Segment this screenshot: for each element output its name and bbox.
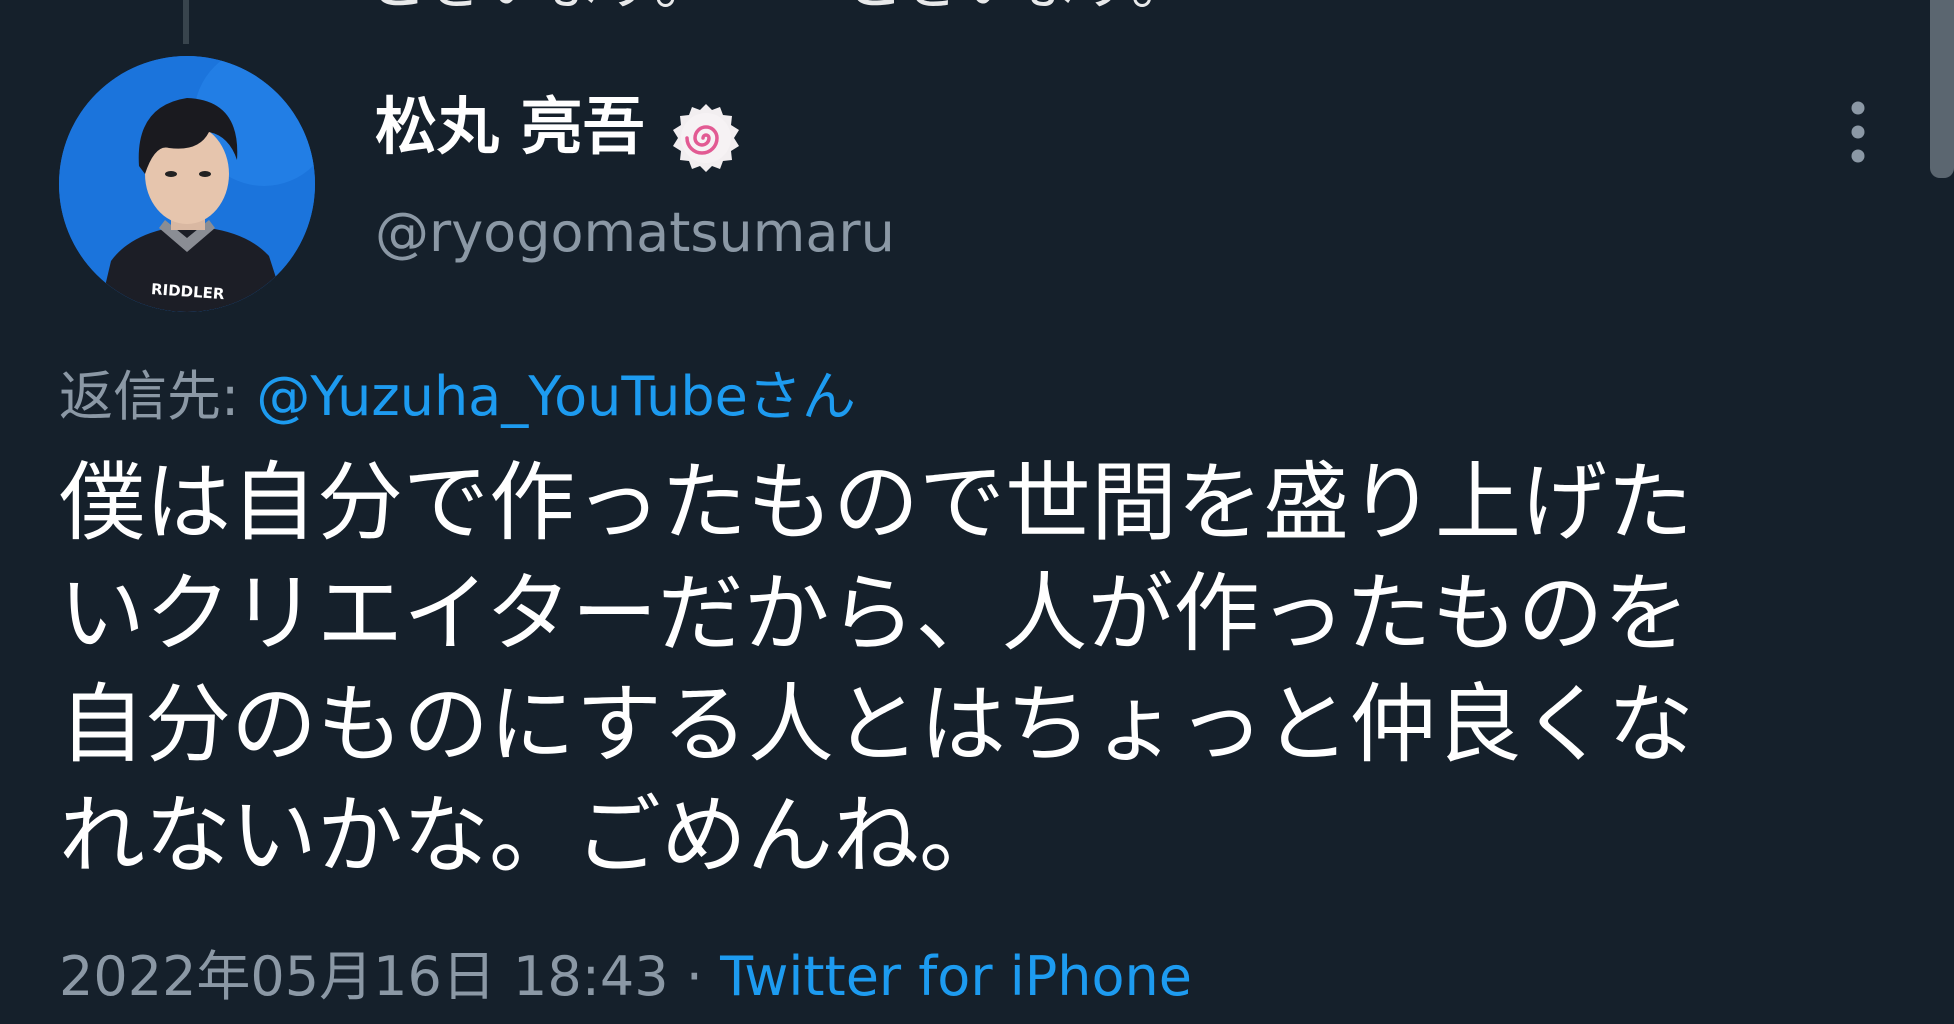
- tweet-timestamp[interactable]: 2022年05月16日 18:43: [59, 945, 669, 1008]
- tweet-text-line: いクリエイターだから、人が作ったものを: [59, 564, 1690, 664]
- tweet-text-line: れないかな。ごめんね。: [59, 786, 1005, 886]
- more-options-button[interactable]: [1836, 96, 1880, 168]
- tweet-text-line: 僕は自分で作ったもので世間を盛り上げた: [59, 453, 1693, 553]
- author-handle[interactable]: @ryogomatsumaru: [375, 206, 895, 260]
- meta-separator: ·: [668, 945, 721, 1008]
- tweet-detail-view: ございます。ーー ございます。 RIDDLER 松丸 亮吾: [0, 0, 1954, 1024]
- tweet-source-link[interactable]: Twitter for iPhone: [720, 945, 1192, 1008]
- avatar[interactable]: RIDDLER: [59, 56, 315, 312]
- replying-to: 返信先: @Yuzuha_YouTubeさん: [59, 370, 856, 424]
- scrollbar-thumb[interactable]: [1930, 0, 1954, 178]
- tweet-meta: 2022年05月16日 18:43 · Twitter for iPhone: [59, 950, 1192, 1004]
- replying-to-user-link[interactable]: @Yuzuha_YouTubeさん: [256, 365, 855, 428]
- previous-tweet-text-fragment: ございます。ーー ございます。: [370, 0, 1189, 12]
- naruto-swirl-badge-icon: [668, 100, 744, 176]
- more-vertical-icon: [1851, 101, 1865, 163]
- replying-to-label: 返信先:: [59, 365, 257, 428]
- author-display-name[interactable]: 松丸 亮吾: [375, 96, 645, 158]
- tweet-text-line: 自分のものにする人とはちょっと仲良くな: [59, 675, 1694, 775]
- tweet-text: 僕は自分で作ったもので世間を盛り上げた いクリエイターだから、人が作ったものを …: [59, 448, 1819, 892]
- thread-connector-line: [183, 0, 189, 44]
